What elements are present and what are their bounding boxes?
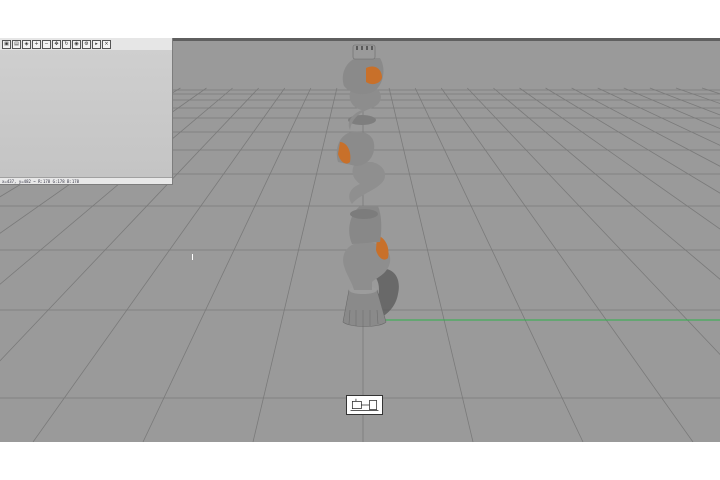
3d-viewport[interactable]: ▣ ▤ ◈ + − ✥ ↻ ◉ ⚙ ▸ × x=437, y=482 ~ R:178 G:178 B… xyxy=(0,38,720,442)
close-icon[interactable]: × xyxy=(102,39,111,49)
play-icon[interactable]: ▸ xyxy=(92,39,101,49)
grid-column-line xyxy=(252,87,338,442)
grid-column-line xyxy=(571,87,720,167)
grid-column-line xyxy=(649,87,720,116)
robot-joint-ring-2 xyxy=(350,209,378,219)
image-viewer-window[interactable]: ▣ ▤ ◈ + − ✥ ↻ ◉ ⚙ ▸ × x=437, y=482 ~ R:178 G:178 B… xyxy=(0,38,173,185)
grid-column-line xyxy=(519,87,720,230)
snapshot-icon[interactable]: ◉ xyxy=(72,39,81,49)
image-viewer-canvas[interactable] xyxy=(0,50,172,177)
zoom-out-icon[interactable]: − xyxy=(42,39,51,49)
pan-icon[interactable]: ✥ xyxy=(52,39,61,49)
grid-column-line xyxy=(597,87,720,146)
mouse-cursor xyxy=(192,254,193,260)
grid-column-line xyxy=(467,87,720,356)
grid-column-line xyxy=(545,87,720,194)
robot-joint-3 xyxy=(349,162,386,204)
save-icon[interactable]: ▤ xyxy=(12,39,21,49)
open-icon[interactable]: ▣ xyxy=(2,39,11,49)
rotate-icon[interactable]: ↻ xyxy=(62,39,71,49)
zoom-in-icon[interactable]: + xyxy=(32,39,41,49)
reset-view-icon[interactable]: ◈ xyxy=(22,39,31,49)
frame-marker-widget[interactable] xyxy=(346,395,383,415)
grid-column-line xyxy=(440,87,694,442)
grid-column-line xyxy=(414,87,584,442)
settings-icon[interactable]: ⚙ xyxy=(82,39,91,49)
grid-column-line xyxy=(388,87,474,442)
grid-column-line xyxy=(675,87,720,104)
image-viewer-status-bar: x=437, y=482 ~ R:178 G:178 B:178 xyxy=(0,177,172,184)
grid-column-line xyxy=(493,87,720,280)
